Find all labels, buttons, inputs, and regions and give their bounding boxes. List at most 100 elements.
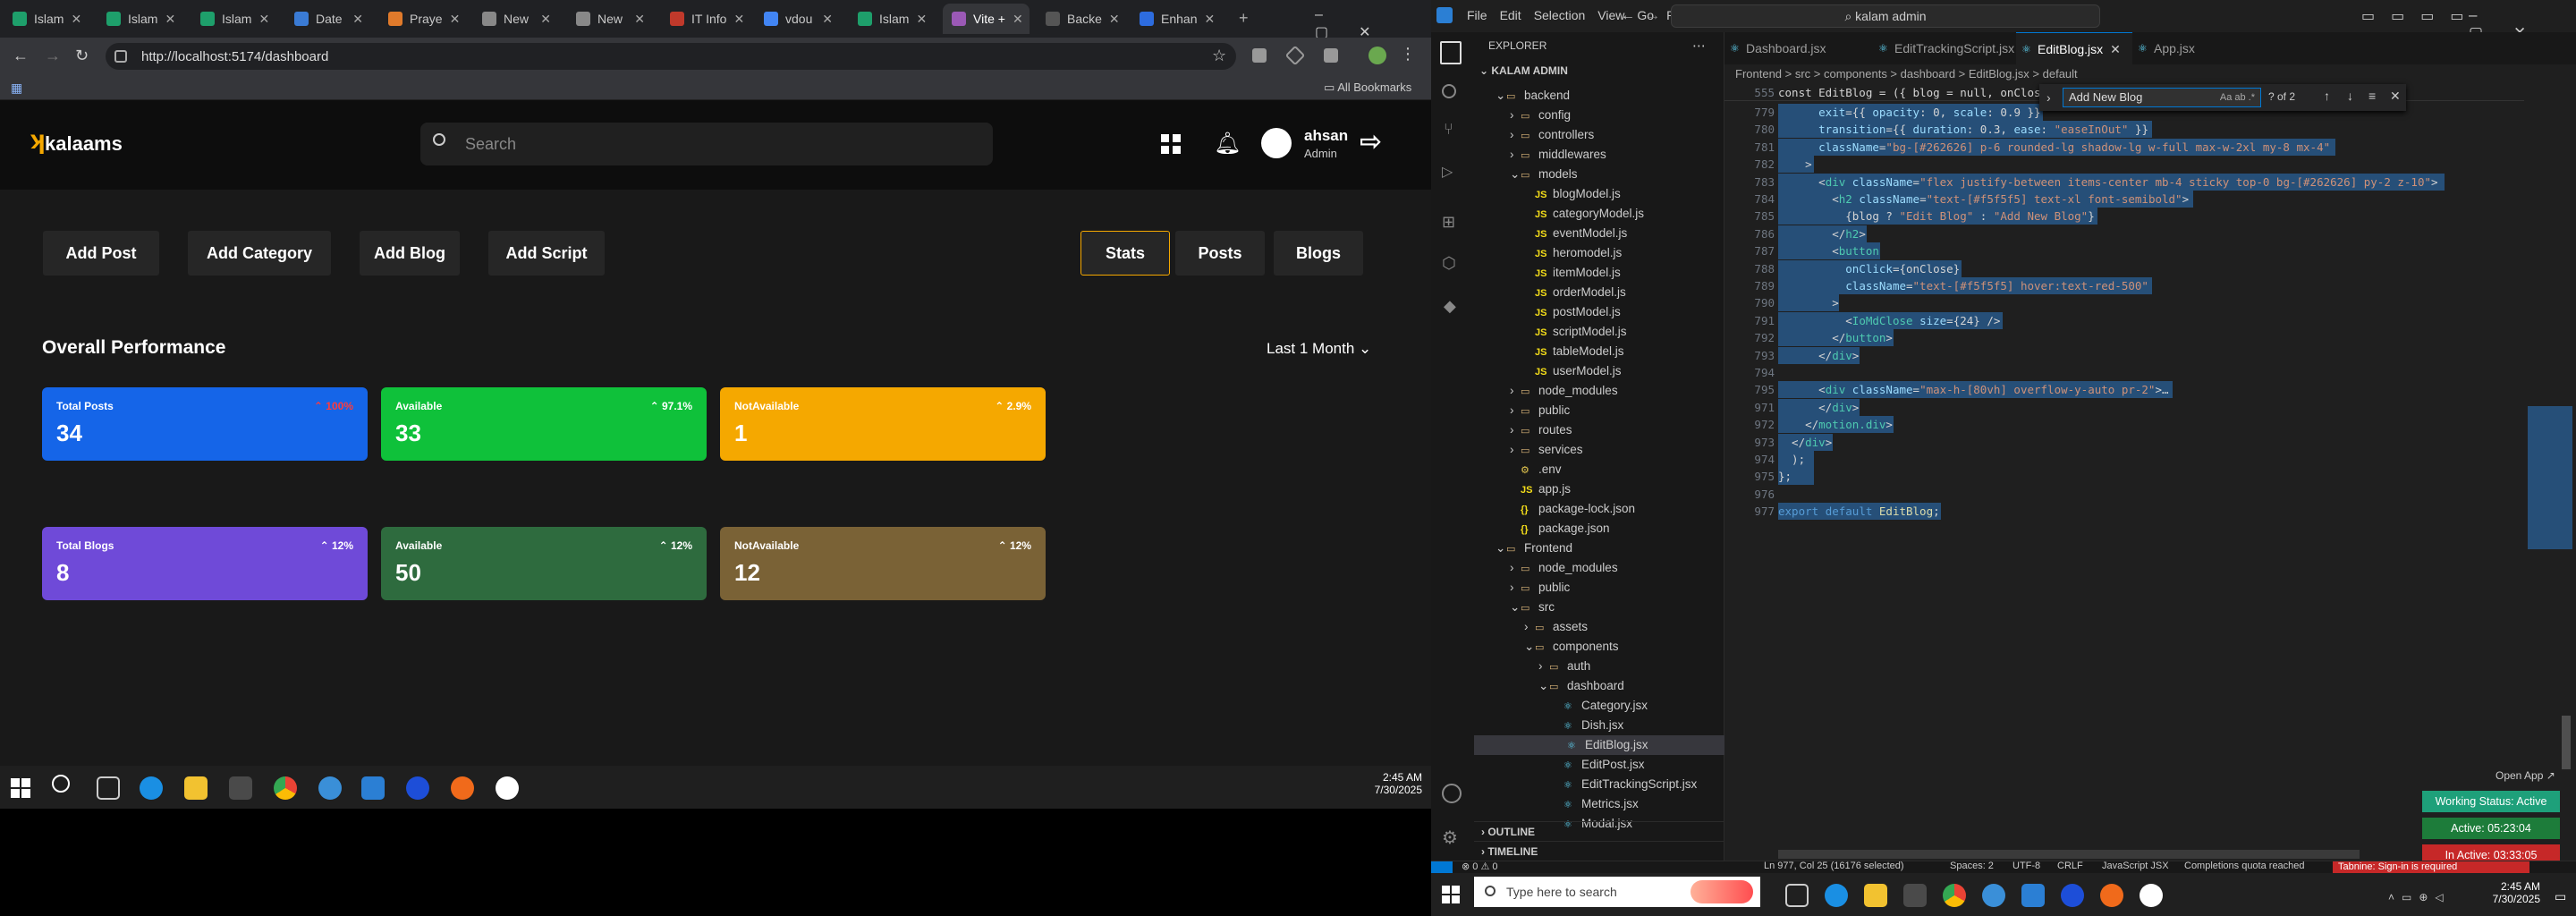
vscode-icon[interactable] [361,776,385,800]
browser-tab[interactable]: Islam ✕ [849,4,936,34]
nav-back-icon[interactable]: ← [1621,8,1635,24]
app-icon[interactable] [318,776,342,800]
encoding[interactable]: UTF-8 [2012,861,2040,871]
new-tab-icon[interactable]: + [1239,9,1249,28]
browser-tab[interactable]: Backe ✕ [1037,4,1123,34]
tree-file[interactable]: ⚙ .env [1510,460,1562,479]
code-line[interactable]: <button [1778,242,1879,259]
tab-close-icon[interactable]: ✕ [1109,12,1120,27]
code-line[interactable]: </div> [1778,399,1859,416]
browser-tab[interactable]: New ✕ [567,4,654,34]
tree-file[interactable]: JS tableModel.js [1524,342,1624,361]
clock[interactable]: 2:45 AM 7/30/2025 [2487,880,2540,905]
tab-close-icon[interactable]: ✕ [71,12,81,27]
tab-close-icon[interactable]: ✕ [822,12,833,27]
tree-file[interactable]: JS blogModel.js [1524,184,1621,204]
open-app-link[interactable]: Open App ↗ [2496,769,2555,782]
tab-close-icon[interactable]: ✕ [1204,12,1215,27]
window-controls[interactable]: –▢✕ [1315,7,1431,41]
tab-stats[interactable]: Stats [1080,231,1170,276]
tree-folder[interactable]: ⌄▭ components [1524,637,1619,657]
brand-name[interactable]: kalaams [45,132,123,156]
code-line[interactable]: <h2 className="text-[#f5f5f5] text-xl fo… [1778,191,2189,208]
layout-icons[interactable]: ▭▭▭▭ [2361,7,2479,25]
menu-file[interactable]: File [1467,8,1487,22]
zoom-icon[interactable] [406,776,429,800]
postman-icon[interactable] [2100,884,2123,907]
browser-tab[interactable]: Praye ✕ [379,4,466,34]
tree-folder[interactable]: › ▭ config [1510,106,1571,125]
cursor-position[interactable]: Ln 977, Col 25 (16176 selected) [1764,861,1904,871]
browser-tab[interactable]: vdou ✕ [755,4,842,34]
logo-icon[interactable]: ʞ [30,125,46,156]
bell-icon[interactable]: 🔔︎ [1214,131,1241,157]
tree-file[interactable]: ⚛ Dish.jsx [1553,716,1623,735]
browser-tab[interactable]: Islam ✕ [4,4,90,34]
tab-close-icon[interactable]: ✕ [258,12,269,27]
browser-tab[interactable]: Islam ✕ [97,4,184,34]
editor-tab[interactable]: ⚛ Dashboard.jsx [1724,32,1873,64]
tree-folder[interactable]: › ▭ services [1510,440,1583,460]
tree-file[interactable]: ⚛ Metrics.jsx [1553,794,1639,814]
code-line[interactable]: {blog ? "Edit Blog" : "Add New Blog"} [1778,208,2094,225]
code-editor[interactable]: 779 exit={{ opacity: 0, scale: 0.9 }} 780… [1724,84,2576,868]
tree-file[interactable]: JS orderModel.js [1524,283,1626,302]
browser-tab[interactable]: Enhan ✕ [1131,4,1217,34]
nav-button-add-post[interactable]: Add Post [43,231,159,276]
user-avatar-icon[interactable] [1261,128,1292,158]
find-input[interactable]: Add New Blog Aa ab .* [2063,88,2261,107]
outline-section[interactable]: › OUTLINE [1474,821,1724,841]
tree-file[interactable]: ⚛ Category.jsx [1553,696,1648,716]
tree-file[interactable]: JS categoryModel.js [1524,204,1644,224]
tab-close-icon[interactable]: ✕ [540,12,551,27]
tab-close-icon[interactable]: ✕ [352,12,363,27]
site-info-icon[interactable] [114,50,127,63]
tab-close-icon[interactable]: ✕ [733,12,744,27]
tree-folder[interactable]: › ▭ public [1510,401,1570,420]
profile-avatar[interactable] [1368,47,1386,64]
period-select[interactable]: Last 1 Month ⌄ [1267,340,1371,358]
tree-folder[interactable]: ⌄▭ Frontend [1496,539,1572,558]
indentation[interactable]: Spaces: 2 [1950,861,1994,871]
tree-folder[interactable]: › ▭ auth [1538,657,1590,676]
github-icon[interactable] [2140,884,2163,907]
grid-icon[interactable] [1161,134,1181,154]
run-debug-icon[interactable]: ▷ [1442,163,1453,181]
working-status-badge[interactable]: Working Status: Active [2422,791,2560,812]
code-line[interactable]: </div> [1778,347,1859,364]
tree-folder[interactable]: › ▭ assets [1524,617,1588,637]
code-line[interactable]: <IoMdClose size={24} /> [1778,312,2000,329]
code-line[interactable]: export default EditBlog; [1778,503,1940,520]
windows-start-icon[interactable] [11,778,30,798]
find-selection-icon[interactable]: ≡ [2368,89,2376,103]
file-explorer-icon[interactable] [1864,884,1887,907]
store-icon[interactable] [229,776,252,800]
bookmark-star-icon[interactable]: ☆ [1212,47,1226,65]
edge-icon[interactable] [140,776,163,800]
vscode-icon[interactable] [2021,884,2045,907]
nav-button-add-blog[interactable]: Add Blog [360,231,460,276]
taskbar-search-icon[interactable] [52,775,70,793]
timeline-section[interactable]: › TIMELINE [1474,841,1724,861]
tree-file[interactable]: ⚛ EditBlog.jsx [1474,735,1724,755]
chrome-icon[interactable] [274,776,297,800]
address-bar[interactable]: http://localhost:5174/dashboard [106,43,1236,70]
accounts-icon[interactable] [1442,784,1462,803]
tree-file[interactable]: JS eventModel.js [1524,224,1627,243]
browser-tab[interactable]: Vite + ✕ [943,4,1030,34]
eol[interactable]: CRLF [2057,861,2083,871]
tree-file[interactable]: ⚛ EditTrackingScript.jsx [1553,775,1697,794]
problems-indicator[interactable]: ⊗ 0 ⚠ 0 [1462,861,1498,872]
remote-indicator-icon[interactable] [1431,861,1453,874]
tree-folder[interactable]: › ▭ node_modules [1510,381,1618,401]
tab-blogs[interactable]: Blogs [1274,231,1363,276]
puzzle-icon[interactable] [1324,48,1338,63]
nav-button-add-category[interactable]: Add Category [188,231,331,276]
code-line[interactable]: <div className="max-h-[80vh] overflow-y-… [1778,381,2168,398]
app-icon[interactable] [1982,884,2005,907]
tree-folder[interactable]: ⌄▭ models [1510,165,1578,184]
tree-folder[interactable]: ⌄▭ dashboard [1538,676,1624,696]
scrollbar-thumb[interactable] [2562,716,2571,769]
editor-tab[interactable]: ⚛ EditBlog.jsx ✕ [2016,32,2132,64]
menu-selection[interactable]: Selection [1534,8,1586,22]
